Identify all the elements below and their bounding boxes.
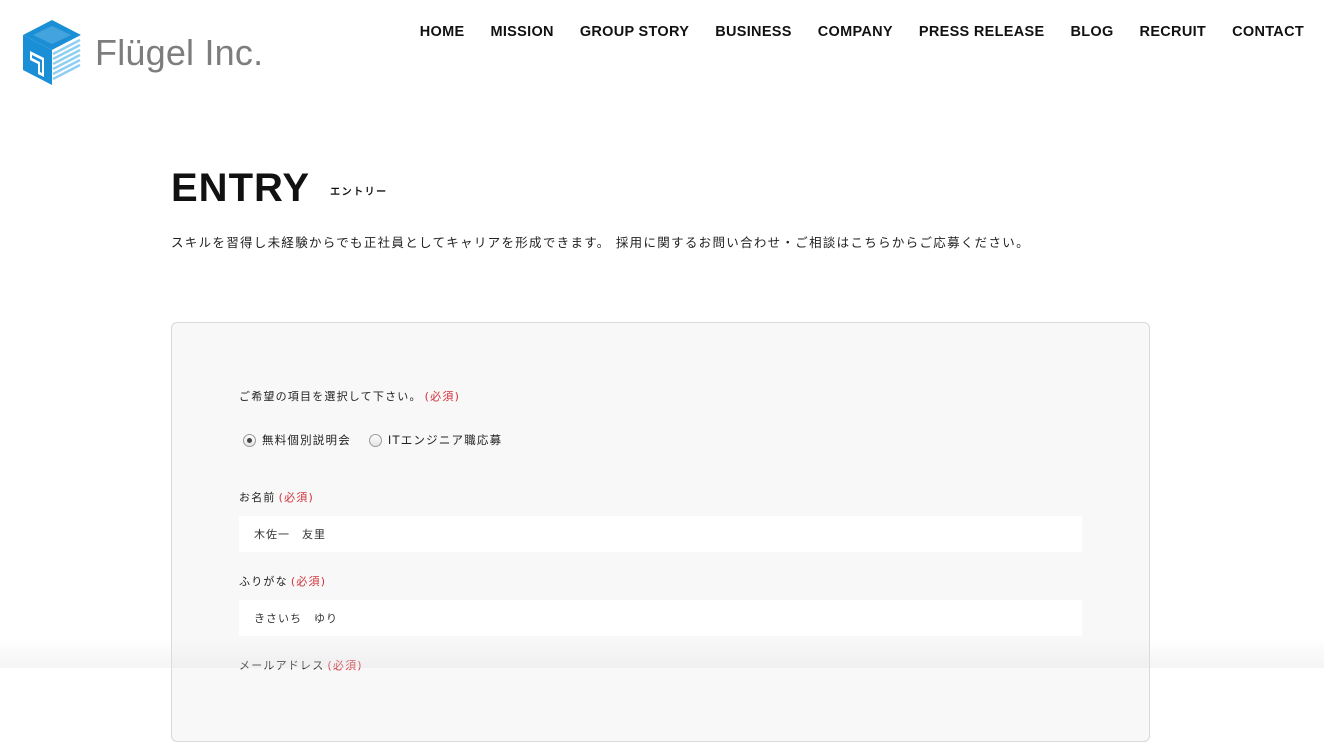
cube-logo-icon [22, 19, 82, 87]
required-mark: (必須) [327, 659, 362, 672]
furigana-input[interactable] [239, 600, 1082, 636]
radio-briefing-label: 無料個別説明会 [262, 432, 351, 448]
radio-button-unselected[interactable] [369, 434, 382, 447]
nav-company[interactable]: COMPANY [805, 22, 906, 42]
nav-recruit[interactable]: RECRUIT [1127, 22, 1220, 42]
required-mark: (必須) [291, 575, 326, 588]
nav-business[interactable]: BUSINESS [702, 22, 805, 42]
main-nav: HOME MISSION GROUP STORY BUSINESS COMPAN… [407, 22, 1304, 42]
required-mark: (必須) [279, 491, 314, 504]
choice-radio-group: 無料個別説明会 ITエンジニア職応募 [243, 432, 520, 448]
radio-button-selected[interactable] [243, 434, 256, 447]
nav-group-story[interactable]: GROUP STORY [567, 22, 702, 42]
nav-home[interactable]: HOME [407, 22, 478, 42]
furigana-label-text: ふりがな [239, 575, 288, 588]
site-header: Flügel Inc. HOME MISSION GROUP STORY BUS… [0, 0, 1324, 100]
name-input[interactable] [239, 516, 1082, 552]
entry-form: ご希望の項目を選択して下さい。(必須) 無料個別説明会 ITエンジニア職応募 お… [171, 322, 1150, 742]
required-mark: (必須) [425, 390, 460, 403]
nav-mission[interactable]: MISSION [477, 22, 566, 42]
name-label: お名前(必須) [239, 489, 314, 505]
site-logo[interactable]: Flügel Inc. [22, 19, 263, 87]
brand-name: Flügel Inc. [95, 35, 263, 71]
name-label-text: お名前 [239, 491, 276, 504]
page-heading: ENTRY エントリー [171, 166, 388, 210]
radio-engineer-application[interactable]: ITエンジニア職応募 [369, 432, 502, 448]
email-label-text: メールアドレス [239, 659, 324, 672]
choice-label-text: ご希望の項目を選択して下さい。 [239, 390, 422, 403]
page-subtitle: エントリー [330, 183, 388, 198]
furigana-label: ふりがな(必須) [239, 573, 326, 589]
radio-briefing[interactable]: 無料個別説明会 [243, 432, 351, 448]
choice-label: ご希望の項目を選択して下さい。(必須) [239, 388, 460, 404]
intro-text: スキルを習得し未経験からでも正社員としてキャリアを形成できます。 採用に関するお… [171, 232, 1030, 251]
page-title: ENTRY [171, 166, 310, 210]
nav-blog[interactable]: BLOG [1057, 22, 1126, 42]
nav-press-release[interactable]: PRESS RELEASE [906, 22, 1058, 42]
nav-contact[interactable]: CONTACT [1219, 22, 1304, 42]
radio-dot [247, 438, 252, 443]
radio-engineer-label: ITエンジニア職応募 [388, 432, 502, 448]
email-label: メールアドレス(必須) [239, 657, 363, 673]
